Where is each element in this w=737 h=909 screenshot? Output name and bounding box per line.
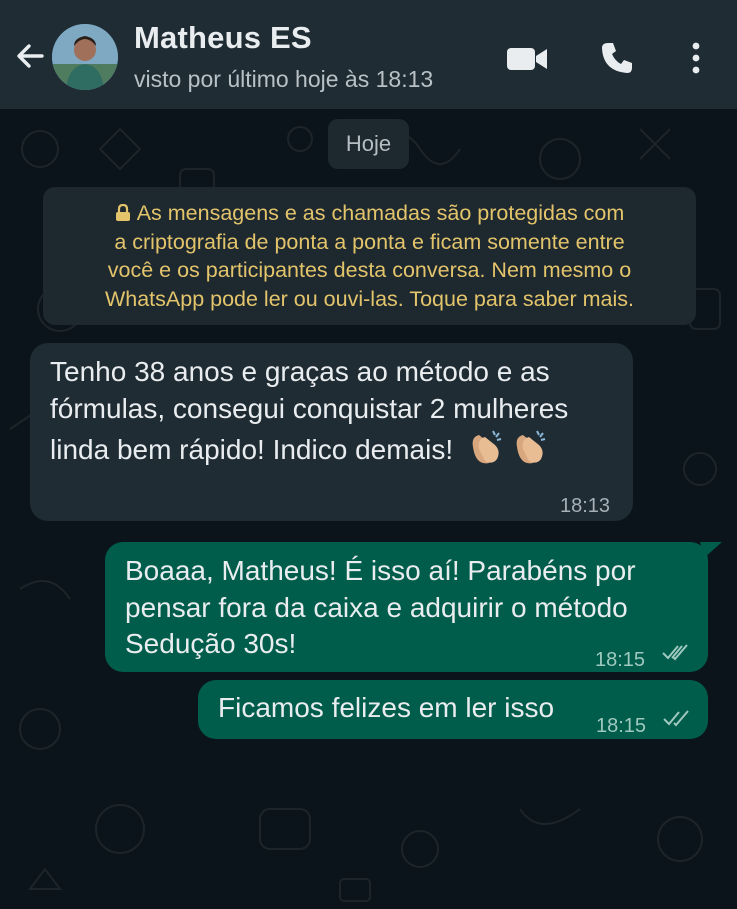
notice-line: você e os participantes desta conversa. … [107,258,632,282]
date-chip: Hoje [328,119,409,169]
notice-line: As mensagens e as chamadas são protegida… [136,201,625,225]
more-vert-icon[interactable] [686,40,706,76]
video-call-icon[interactable] [506,44,548,74]
message-line: Boaaa, Matheus! É isso aí! Parabéns por [125,555,636,586]
chat-background: Hoje As mensagens e as chamadas são prot… [0,109,737,909]
lock-icon [115,204,130,221]
message-time: 18:13 [560,495,611,517]
message-line: Tenho 38 anos e graças ao método e as [50,356,550,387]
last-seen-status: visto por último hoje às 18:13 [134,66,434,92]
message-line: pensar fora da caixa e adquirir o método [125,591,628,623]
message-line: Sedução 30s! [125,628,297,659]
outgoing-message[interactable]: Boaaa, Matheus! É isso aí! Parabéns por … [105,542,708,672]
read-ticks-icon [662,644,688,661]
notice-line: a criptografia de ponta a ponta e ficam … [114,229,625,254]
message-line: Ficamos felizes em ler isso [218,692,555,723]
outgoing-message[interactable]: Ficamos felizes em ler isso 18:15 [198,680,708,739]
clapping-hands-icon [472,430,502,464]
arrow-left-icon[interactable] [12,38,48,74]
avatar[interactable] [52,24,118,90]
message-line: linda bem rápido! Indico demais! [50,434,454,465]
chat-header: Matheus ES visto por último hoje às 18:1… [0,0,737,109]
phone-icon[interactable] [599,40,635,76]
message-line: fórmulas, consegui conquistar 2 mulheres [50,392,569,424]
read-ticks-icon [663,710,689,727]
message-time: 18:15 [595,649,646,671]
incoming-message[interactable]: Tenho 38 anos e graças ao método e as fó… [30,343,633,521]
contact-name[interactable]: Matheus ES [134,20,312,56]
message-time: 18:15 [596,715,647,737]
notice-line: WhatsApp pode ler ou ouvi-las. Toque par… [104,286,635,311]
clapping-hands-icon [516,430,546,464]
encryption-notice[interactable]: As mensagens e as chamadas são protegida… [43,187,696,325]
